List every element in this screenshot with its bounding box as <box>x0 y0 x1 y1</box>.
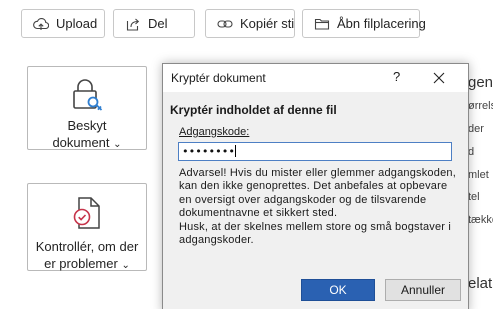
cancel-button[interactable]: Annuller <box>385 279 461 301</box>
dialog-titlebar[interactable]: Kryptér dokument ? <box>163 64 468 92</box>
share-button[interactable]: Del <box>113 9 195 38</box>
text-caret <box>234 145 236 157</box>
protect-document-tile[interactable]: Beskyt dokument ⌄ <box>27 66 147 150</box>
bg-text: elat <box>468 275 493 292</box>
encrypt-dialog: Kryptér dokument ? Kryptér indholdet af … <box>162 63 469 309</box>
upload-button[interactable]: Upload <box>21 9 105 38</box>
close-icon[interactable] <box>432 71 446 85</box>
document-check-icon <box>70 196 104 232</box>
help-button[interactable]: ? <box>393 69 400 84</box>
cloud-upload-icon <box>33 16 49 32</box>
bg-text: ørrels <box>468 100 493 112</box>
bg-text: mlet <box>468 169 489 181</box>
warning-text: Advarsel! Hvis du mister eller glemmer a… <box>179 167 461 247</box>
password-field[interactable]: •••••••• <box>178 142 452 161</box>
warning-paragraph: Advarsel! Hvis du mister eller glemmer a… <box>179 167 456 220</box>
case-sensitivity-note: Husk, at der skelnes mellem store og små… <box>179 220 452 247</box>
bg-text: gens <box>468 74 493 91</box>
chevron-down-icon: ⌄ <box>121 260 130 271</box>
dialog-heading: Kryptér indholdet af denne fil <box>170 103 337 117</box>
check-issues-label: Kontrollér, om der er problemer ⌄ <box>35 239 139 271</box>
protect-document-label: Beskyt dokument ⌄ <box>52 118 122 150</box>
lock-key-icon <box>70 77 104 113</box>
copy-path-label: Kopiér sti <box>240 16 295 31</box>
password-label: Adgangskode: <box>179 126 250 138</box>
bg-text: tel <box>468 191 480 203</box>
copy-path-button[interactable]: Kopiér sti <box>205 9 295 38</box>
background-properties-panel: gens ørrels der d mlet tel tække elat <box>468 70 493 309</box>
folder-icon <box>314 16 330 32</box>
toolbar: Upload Del Kopiér sti Åbn filplacering <box>0 0 493 50</box>
chevron-down-icon: ⌄ <box>113 139 122 150</box>
link-icon <box>217 16 233 32</box>
share-icon <box>125 16 141 32</box>
dialog-title: Kryptér dokument <box>171 71 266 85</box>
bg-text: tække <box>468 214 493 226</box>
open-location-button[interactable]: Åbn filplacering <box>302 9 426 38</box>
upload-label: Upload <box>56 16 98 31</box>
ok-button[interactable]: OK <box>301 279 375 301</box>
check-issues-tile[interactable]: Kontrollér, om der er problemer ⌄ <box>27 183 147 271</box>
open-location-label: Åbn filplacering <box>337 16 426 31</box>
bg-text: der <box>468 123 484 135</box>
share-label: Del <box>148 16 168 31</box>
